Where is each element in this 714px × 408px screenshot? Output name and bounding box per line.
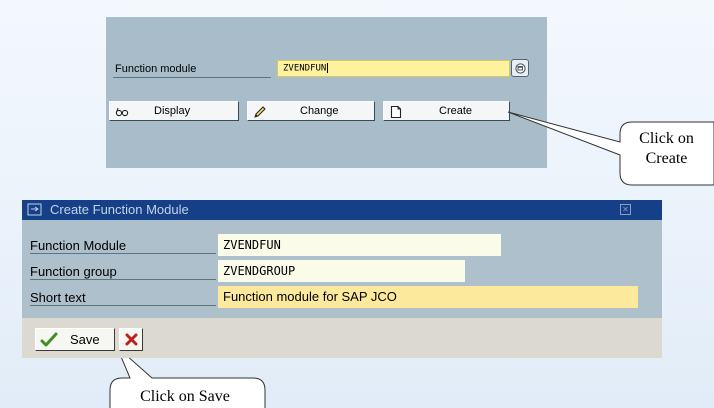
display-glasses-icon: [115, 107, 129, 117]
change-button-label: Change: [300, 105, 339, 117]
title-bar-corner: [642, 200, 662, 220]
create-function-module-dialog: Create Function Module ✕ Function Module…: [22, 200, 662, 358]
callout-create-line1: Click on: [639, 130, 694, 147]
display-button-label: Display: [154, 105, 191, 117]
function-builder-panel: Function module ZVENDFUN Display Change: [106, 17, 547, 168]
callout-create-line2: Create: [645, 150, 688, 167]
possible-entries-icon: [514, 62, 526, 74]
dialog-window-icon: [27, 203, 42, 216]
function-group-field[interactable]: ZVENDGROUP: [218, 260, 465, 282]
create-button-label: Create: [439, 105, 473, 117]
create-page-icon: [390, 105, 402, 119]
callout-save-text: Click on Save: [140, 388, 230, 405]
function-module-label: Function module: [115, 63, 197, 75]
display-button[interactable]: Display: [109, 101, 239, 121]
change-pencil-icon: [254, 106, 266, 118]
dialog-body: Function Module ZVENDFUN Function group …: [22, 220, 662, 318]
callout-create-text: Click on Create: [621, 129, 712, 169]
short-text-field-label: Short text: [30, 289, 216, 306]
cancel-button[interactable]: [119, 328, 143, 351]
function-module-field-label: Function Module: [30, 237, 216, 254]
possible-entries-button[interactable]: [511, 59, 529, 77]
dialog-toolbar: Save: [22, 318, 662, 358]
change-button[interactable]: Change: [247, 101, 375, 121]
function-module-input-value: ZVENDFUN: [283, 63, 327, 74]
save-button[interactable]: Save: [35, 328, 115, 351]
label-underline: [113, 77, 271, 78]
save-button-label: Save: [70, 332, 100, 347]
function-module-input[interactable]: ZVENDFUN: [277, 60, 510, 77]
create-button[interactable]: Create: [383, 101, 510, 121]
function-group-field-label: Function group: [30, 263, 216, 280]
save-checkmark-icon: [40, 332, 58, 347]
short-text-field[interactable]: Function module for SAP JCO: [218, 286, 638, 308]
cancel-x-icon: [125, 333, 138, 346]
dialog-title-bar: Create Function Module ✕: [22, 200, 662, 220]
function-module-field[interactable]: ZVENDFUN: [218, 234, 501, 256]
close-icon[interactable]: ✕: [620, 204, 631, 215]
text-caret: [327, 63, 329, 73]
dialog-title: Create Function Module: [50, 202, 189, 217]
